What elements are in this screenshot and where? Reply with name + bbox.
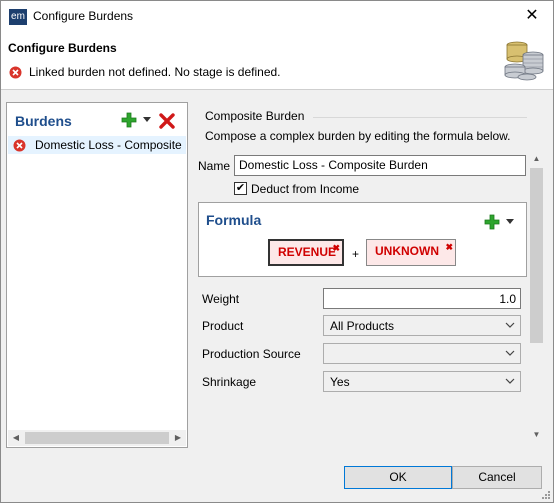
add-icon[interactable] [484, 214, 500, 230]
chevron-down-icon [505, 378, 515, 384]
production-source-select[interactable] [323, 343, 521, 364]
shrinkage-select[interactable]: Yes [323, 371, 521, 392]
scroll-left-icon[interactable]: ◀ [8, 430, 24, 446]
deduct-from-income-checkbox[interactable]: ✔ [234, 182, 247, 195]
horizontal-scrollbar[interactable]: ◀ ▶ [8, 430, 186, 446]
remove-token-icon[interactable]: ✖ [445, 236, 453, 259]
formula-panel: Formula REVENUE ✖ + UNKNOWN ✖ [198, 202, 527, 277]
dialog-header: Configure Burdens Linked burden not defi… [1, 32, 553, 90]
token-label: REVENUE [278, 245, 337, 259]
shrinkage-label: Shrinkage [202, 375, 257, 389]
window-title: Configure Burdens [33, 9, 134, 23]
product-value: All Products [330, 319, 395, 333]
section-divider [313, 117, 527, 118]
chevron-down-icon[interactable] [506, 219, 514, 225]
burdens-heading: Burdens [15, 113, 72, 129]
vertical-scrollbar[interactable]: ▲ ▼ [528, 151, 545, 443]
scroll-down-icon[interactable]: ▼ [528, 427, 545, 443]
scroll-up-icon[interactable]: ▲ [528, 151, 545, 167]
status-message: Linked burden not defined. No stage is d… [29, 65, 281, 79]
production-source-label: Production Source [202, 347, 301, 361]
product-label: Product [202, 319, 244, 333]
section-title: Composite Burden [205, 109, 305, 123]
scrollbar-thumb[interactable] [25, 432, 169, 444]
cancel-button[interactable]: Cancel [452, 466, 542, 489]
shrinkage-value: Yes [330, 375, 350, 389]
formula-heading: Formula [206, 212, 262, 228]
formula-token-revenue[interactable]: REVENUE ✖ [268, 239, 344, 266]
name-label: Name [198, 159, 231, 173]
deduct-from-income-label: Deduct from Income [251, 182, 360, 196]
weight-label: Weight [202, 292, 240, 306]
title-bar: em Configure Burdens ✕ [1, 1, 553, 32]
coins-icon [504, 41, 544, 81]
delete-icon[interactable] [159, 113, 175, 129]
chevron-down-icon [505, 322, 515, 328]
add-icon[interactable] [121, 112, 137, 128]
remove-token-icon[interactable]: ✖ [332, 237, 340, 260]
chevron-down-icon [505, 350, 515, 356]
formula-token-unknown[interactable]: UNKNOWN ✖ [366, 239, 456, 266]
page-title: Configure Burdens [8, 41, 117, 55]
close-icon[interactable]: ✕ [521, 5, 543, 27]
list-item-label: Domestic Loss - Composite B [35, 138, 186, 152]
configure-burdens-dialog: em Configure Burdens ✕ Configure Burdens… [0, 0, 554, 503]
scrollbar-thumb[interactable] [530, 168, 543, 343]
ok-button[interactable]: OK [344, 466, 452, 489]
error-icon [9, 66, 22, 79]
scroll-right-icon[interactable]: ▶ [170, 430, 186, 446]
list-item[interactable]: Domestic Loss - Composite B [8, 136, 186, 154]
chevron-down-icon[interactable] [143, 117, 151, 123]
formula-operator: + [352, 247, 360, 261]
resize-grip-icon[interactable] [540, 489, 550, 499]
section-description: Compose a complex burden by editing the … [205, 129, 511, 143]
weight-field[interactable]: 1.0 [323, 288, 521, 309]
app-icon: em [9, 9, 27, 25]
name-field[interactable]: Domestic Loss - Composite Burden [234, 155, 526, 176]
burdens-panel: Burdens Domestic Loss - Composite B ◀ ▶ [6, 102, 188, 448]
product-select[interactable]: All Products [323, 315, 521, 336]
error-icon [13, 139, 26, 152]
token-label: UNKNOWN [375, 244, 439, 258]
